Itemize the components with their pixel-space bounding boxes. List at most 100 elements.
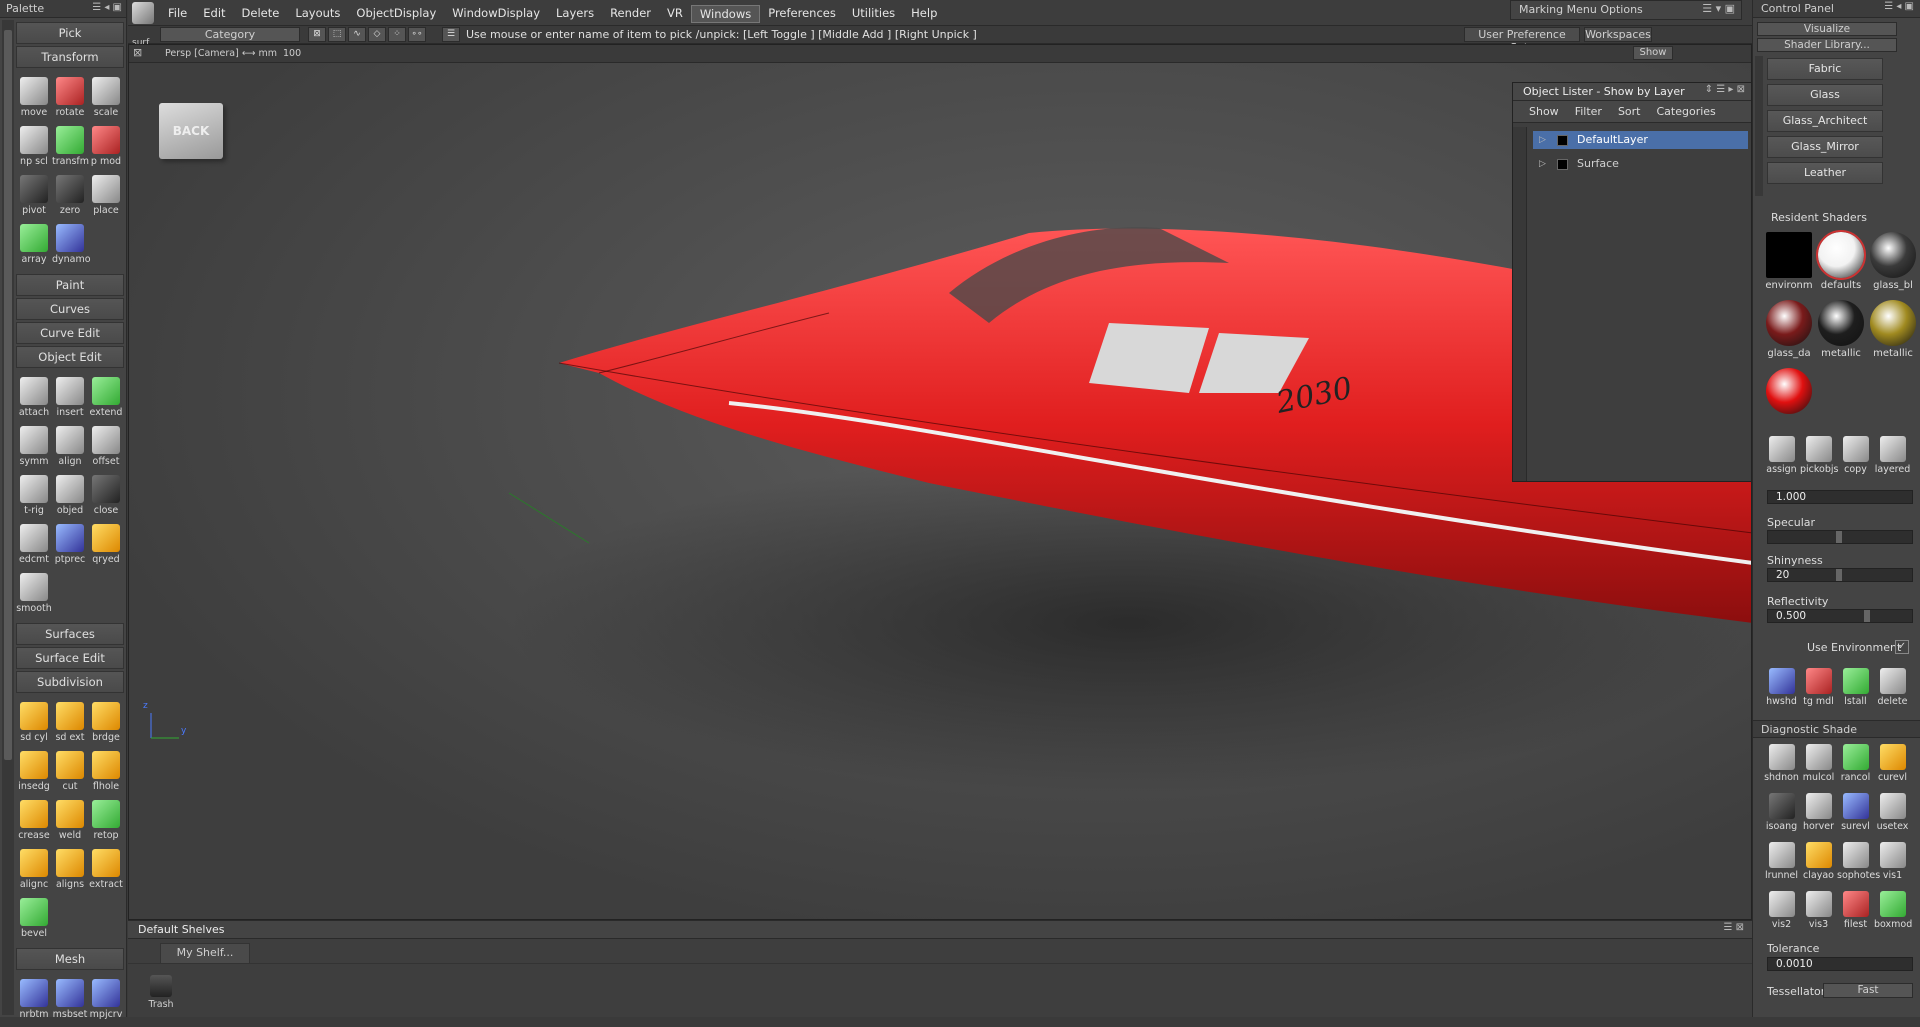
shader-library-button[interactable]: Shader Library... [1757, 38, 1897, 52]
section-object-edit[interactable]: Object Edit [16, 346, 124, 368]
menu-preferences[interactable]: Preferences [760, 5, 844, 23]
tool-sd-ext[interactable]: sd ext [52, 698, 88, 747]
tool-delete[interactable]: delete [1874, 664, 1911, 713]
pick-surface-icon[interactable]: ◇ [368, 27, 386, 42]
lister-row-defaultlayer[interactable]: ▷ DefaultLayer [1533, 131, 1748, 149]
tool-cut[interactable]: cut [52, 747, 88, 796]
library-item-fabric[interactable]: Fabric [1767, 58, 1883, 80]
tool-clayao[interactable]: clayao [1800, 838, 1837, 887]
perspective-viewport[interactable]: ⊠ Persp [Camera] ⟷ mm 100 Show BACK 2030 [128, 44, 1752, 920]
reflectivity-field[interactable]: 0.500 [1767, 609, 1913, 623]
tool-sophotes[interactable]: sophotes [1837, 838, 1880, 887]
section-paint[interactable]: Paint [16, 274, 124, 296]
lister-tab-show[interactable]: Show [1521, 105, 1567, 118]
resident-shader[interactable]: environm [1763, 232, 1815, 294]
tool-extract[interactable]: extract [88, 845, 124, 894]
tool-place[interactable]: place [88, 171, 124, 220]
tool-surevl[interactable]: surevl [1837, 789, 1874, 838]
menu-windows[interactable]: Windows [690, 5, 761, 23]
expand-arrow-icon[interactable]: ▷ [1539, 155, 1546, 173]
resident-shader[interactable]: metallic [1815, 300, 1867, 362]
trash-button[interactable]: Trash [146, 975, 176, 1010]
tool-zero[interactable]: zero [52, 171, 88, 220]
pick-point-icon[interactable]: ∘∘ [408, 27, 426, 42]
pick-object-icon[interactable]: ⊠ [308, 27, 326, 42]
category-dropdown[interactable]: Category [160, 27, 300, 42]
section-surface-edit[interactable]: Surface Edit [16, 647, 124, 669]
window-controls-icon[interactable]: ☰ ⊠ [1723, 922, 1744, 933]
tool-bevel[interactable]: bevel [16, 894, 52, 943]
tool-isoang[interactable]: isoang [1763, 789, 1800, 838]
pick-component-icon[interactable]: ⬚ [328, 27, 346, 42]
tool-crease[interactable]: crease [16, 796, 52, 845]
tool-rotate[interactable]: rotate [52, 73, 88, 122]
tool-smooth[interactable]: smooth [16, 569, 52, 618]
workspaces-button[interactable]: Workspaces [1584, 27, 1652, 42]
pick-curve-icon[interactable]: ∿ [348, 27, 366, 42]
shininess-field[interactable]: 20 [1767, 568, 1913, 582]
section-curve-edit[interactable]: Curve Edit [16, 322, 124, 344]
tool-insert[interactable]: insert [52, 373, 88, 422]
tool-lstall[interactable]: lstall [1837, 664, 1874, 713]
tool-layered[interactable]: layered [1874, 432, 1911, 481]
tool-assign[interactable]: assign [1763, 432, 1800, 481]
tool-scale[interactable]: scale [88, 73, 124, 122]
lister-row-surface[interactable]: ▷ Surface [1533, 155, 1748, 173]
tool-vis1[interactable]: vis1 [1874, 838, 1911, 887]
lister-tab-filter[interactable]: Filter [1567, 105, 1610, 118]
menu-windowdisplay[interactable]: WindowDisplay [444, 5, 548, 23]
tool-move[interactable]: move [16, 73, 52, 122]
resident-shader[interactable] [1763, 368, 1815, 430]
tool-dynamo[interactable]: dynamo [52, 220, 91, 269]
menu-edit[interactable]: Edit [195, 5, 233, 23]
tool-filest[interactable]: filest [1837, 887, 1874, 936]
menu-help[interactable]: Help [903, 5, 945, 23]
menu-objectdisplay[interactable]: ObjectDisplay [348, 5, 444, 23]
tool-pivot[interactable]: pivot [16, 171, 52, 220]
tool-horver[interactable]: horver [1800, 789, 1837, 838]
tool-sd-cyl[interactable]: sd cyl [16, 698, 52, 747]
palette-scrollbar[interactable] [2, 20, 14, 1015]
library-item-glass_mirror[interactable]: Glass_Mirror [1767, 136, 1883, 158]
tool-retop[interactable]: retop [88, 796, 124, 845]
tool-p-mod[interactable]: p mod [88, 122, 124, 171]
menu-render[interactable]: Render [602, 5, 659, 23]
menu-layouts[interactable]: Layouts [287, 5, 348, 23]
tool-vis2[interactable]: vis2 [1763, 887, 1800, 936]
tool-alignc[interactable]: alignc [16, 845, 52, 894]
tool-hwshd[interactable]: hwshd [1763, 664, 1800, 713]
app-icon[interactable] [132, 2, 154, 24]
show-button[interactable]: Show [1633, 46, 1673, 60]
tool-align[interactable]: align [52, 422, 88, 471]
resident-shader[interactable]: glass_da [1763, 300, 1815, 362]
tab-my-shelf[interactable]: My Shelf... [160, 943, 250, 963]
tool-t-rig[interactable]: t-rig [16, 471, 52, 520]
tool-lrunnel[interactable]: lrunnel [1763, 838, 1800, 887]
tool-objed[interactable]: objed [52, 471, 88, 520]
tool-weld[interactable]: weld [52, 796, 88, 845]
menu-delete[interactable]: Delete [234, 5, 288, 23]
value-field[interactable]: 1.000 [1767, 490, 1913, 504]
window-controls-icon[interactable]: ☰ ◂ ▣ [1884, 1, 1914, 12]
tool-copy[interactable]: copy [1837, 432, 1874, 481]
tool-aligns[interactable]: aligns [52, 845, 88, 894]
tool-transfm[interactable]: transfm [52, 122, 89, 171]
tool-np-scl[interactable]: np scl [16, 122, 52, 171]
resident-shader[interactable]: defaults [1815, 230, 1867, 294]
expand-arrow-icon[interactable]: ▷ [1539, 131, 1546, 149]
tool-edcmt[interactable]: edcmt [16, 520, 52, 569]
tool-qryed[interactable]: qryed [88, 520, 124, 569]
section-subdivision[interactable]: Subdivision [16, 671, 124, 693]
tool-offset[interactable]: offset [88, 422, 124, 471]
tool-curevl[interactable]: curevl [1874, 740, 1911, 789]
tool-flhole[interactable]: flhole [88, 747, 124, 796]
pick-list-icon[interactable]: ☰ [442, 27, 460, 42]
tool-usetex[interactable]: usetex [1874, 789, 1911, 838]
section-curves[interactable]: Curves [16, 298, 124, 320]
pick-cv-icon[interactable]: ⁘ [388, 27, 406, 42]
section-mesh[interactable]: Mesh [16, 948, 124, 970]
lister-tab-categories[interactable]: Categories [1649, 105, 1724, 118]
tool-extend[interactable]: extend [88, 373, 124, 422]
object-lister-sidebar[interactable] [1513, 127, 1527, 481]
library-item-leather[interactable]: Leather [1767, 162, 1883, 184]
